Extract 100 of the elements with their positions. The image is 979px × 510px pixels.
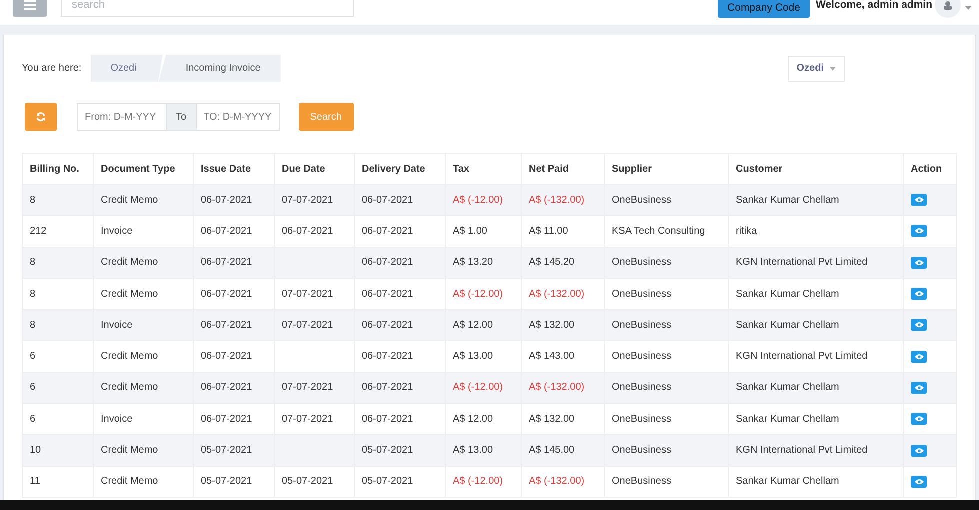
table-cell: 6 bbox=[22, 372, 94, 404]
table-cell: 06-07-2021 bbox=[354, 247, 446, 278]
table-cell: 8 bbox=[22, 184, 94, 216]
table-cell: 07-07-2021 bbox=[274, 184, 354, 216]
table-cell: 10 bbox=[22, 434, 94, 466]
view-button[interactable] bbox=[911, 382, 927, 394]
table-cell: 06-07-2021 bbox=[194, 216, 274, 248]
table-cell: A$ (-132.00) bbox=[522, 184, 604, 216]
menu-icon bbox=[24, 0, 36, 10]
table-cell: A$ (-12.00) bbox=[446, 184, 522, 216]
to-date-field[interactable]: TO: D-M-YYYY bbox=[196, 103, 280, 131]
eye-icon bbox=[914, 228, 924, 234]
table-cell: A$ (-12.00) bbox=[446, 466, 522, 498]
table-cell: KGN International Pvt Limited bbox=[728, 247, 904, 278]
column-header: Supplier bbox=[604, 154, 728, 184]
table-cell: A$ 11.00 bbox=[522, 216, 604, 248]
table-cell: Credit Memo bbox=[94, 184, 194, 216]
table-cell: 07-07-2021 bbox=[274, 310, 354, 341]
eye-icon bbox=[914, 416, 924, 422]
table-cell: OneBusiness bbox=[604, 372, 728, 404]
eye-icon bbox=[914, 478, 924, 485]
view-button[interactable] bbox=[911, 413, 927, 426]
table-cell: ritika bbox=[728, 216, 904, 248]
eye-icon bbox=[914, 354, 924, 360]
table-cell: OneBusiness bbox=[604, 340, 728, 372]
table-cell: 06-07-2021 bbox=[194, 247, 274, 278]
table-cell: 06-07-2021 bbox=[354, 184, 446, 216]
eye-icon bbox=[914, 260, 924, 266]
table-cell: A$ 145.20 bbox=[522, 247, 604, 278]
table-cell: 07-07-2021 bbox=[274, 372, 354, 404]
table-cell: OneBusiness bbox=[604, 184, 728, 216]
to-label: To bbox=[167, 103, 196, 131]
table-cell: Sankar Kumar Chellam bbox=[728, 466, 904, 498]
table-cell: 06-07-2021 bbox=[354, 340, 446, 372]
caret-icon[interactable] bbox=[965, 6, 972, 10]
breadcrumb-item[interactable]: Ozedi bbox=[90, 55, 163, 82]
table-cell: A$ (-12.00) bbox=[446, 372, 522, 404]
column-header: Customer bbox=[728, 154, 904, 184]
company-code-button[interactable]: Company Code bbox=[718, 0, 810, 18]
caret-icon bbox=[830, 66, 836, 70]
table-cell: Credit Memo bbox=[94, 434, 194, 466]
table-cell: 05-07-2021 bbox=[194, 434, 274, 466]
view-button[interactable] bbox=[911, 319, 927, 332]
table-cell: Credit Memo bbox=[94, 466, 194, 498]
table-cell: Credit Memo bbox=[94, 372, 194, 404]
table-cell: A$ 12.00 bbox=[446, 310, 522, 341]
column-header: Billing No. bbox=[22, 154, 94, 184]
table-cell: 05-07-2021 bbox=[354, 466, 446, 498]
table-cell: OneBusiness bbox=[604, 466, 728, 498]
table-cell: 06-07-2021 bbox=[354, 310, 446, 341]
table-cell: 06-07-2021 bbox=[354, 216, 446, 248]
table-cell: A$ (-132.00) bbox=[522, 372, 604, 404]
table-cell: 212 bbox=[22, 216, 94, 248]
view-button[interactable] bbox=[911, 476, 927, 488]
table-cell: A$ 1.00 bbox=[446, 216, 522, 248]
breadcrumb-label: You are here: bbox=[22, 63, 82, 74]
refresh-button[interactable] bbox=[25, 103, 57, 131]
table-cell: 8 bbox=[22, 247, 94, 278]
table-cell: 6 bbox=[22, 340, 94, 372]
view-button[interactable] bbox=[911, 194, 927, 206]
view-button[interactable] bbox=[911, 444, 927, 457]
table-cell: Sankar Kumar Chellam bbox=[728, 372, 904, 404]
table-cell: KSA Tech Consulting bbox=[604, 216, 728, 248]
table-cell: A$ 132.00 bbox=[522, 310, 604, 341]
table-cell: 05-07-2021 bbox=[194, 466, 274, 498]
table-cell: A$ 13.00 bbox=[446, 340, 522, 372]
table-cell: Sankar Kumar Chellam bbox=[728, 310, 904, 341]
view-button[interactable] bbox=[911, 256, 927, 269]
view-button[interactable] bbox=[911, 350, 927, 363]
view-button[interactable] bbox=[911, 288, 927, 300]
table-cell: Sankar Kumar Chellam bbox=[728, 184, 904, 216]
table-cell: OneBusiness bbox=[604, 247, 728, 278]
breadcrumb-item[interactable]: Incoming Invoice bbox=[158, 55, 281, 82]
table-cell: 06-07-2021 bbox=[194, 310, 274, 341]
table-cell: 11 bbox=[22, 466, 94, 498]
table-cell: Invoice bbox=[94, 216, 194, 248]
table-cell: Invoice bbox=[94, 310, 194, 341]
eye-icon bbox=[914, 322, 924, 328]
eye-icon bbox=[914, 291, 924, 298]
welcome-text: Welcome, admin admin bbox=[816, 0, 932, 11]
company-dropdown[interactable]: Ozedi bbox=[788, 56, 845, 82]
table-cell: 06-07-2021 bbox=[194, 340, 274, 372]
eye-icon bbox=[914, 448, 924, 454]
table-cell: A$ 145.00 bbox=[522, 434, 604, 466]
table-cell: 06-07-2021 bbox=[194, 372, 274, 404]
table-cell: A$ 13.00 bbox=[446, 434, 522, 466]
table-cell: 05-07-2021 bbox=[354, 434, 446, 466]
table-cell: 05-07-2021 bbox=[274, 466, 354, 498]
table-cell: KGN International Pvt Limited bbox=[728, 340, 904, 372]
table-cell: A$ 13.20 bbox=[446, 247, 522, 278]
from-date-field[interactable]: From: D-M-YYY bbox=[77, 103, 167, 131]
table-cell: Credit Memo bbox=[94, 247, 194, 278]
table-cell: Credit Memo bbox=[94, 340, 194, 372]
eye-icon bbox=[914, 384, 924, 391]
refresh-icon bbox=[36, 112, 46, 122]
table-cell: 06-07-2021 bbox=[354, 372, 446, 404]
table-cell: 06-07-2021 bbox=[194, 184, 274, 216]
table-cell: 8 bbox=[22, 310, 94, 341]
user-icon bbox=[943, 0, 953, 10]
view-button[interactable] bbox=[911, 225, 927, 238]
